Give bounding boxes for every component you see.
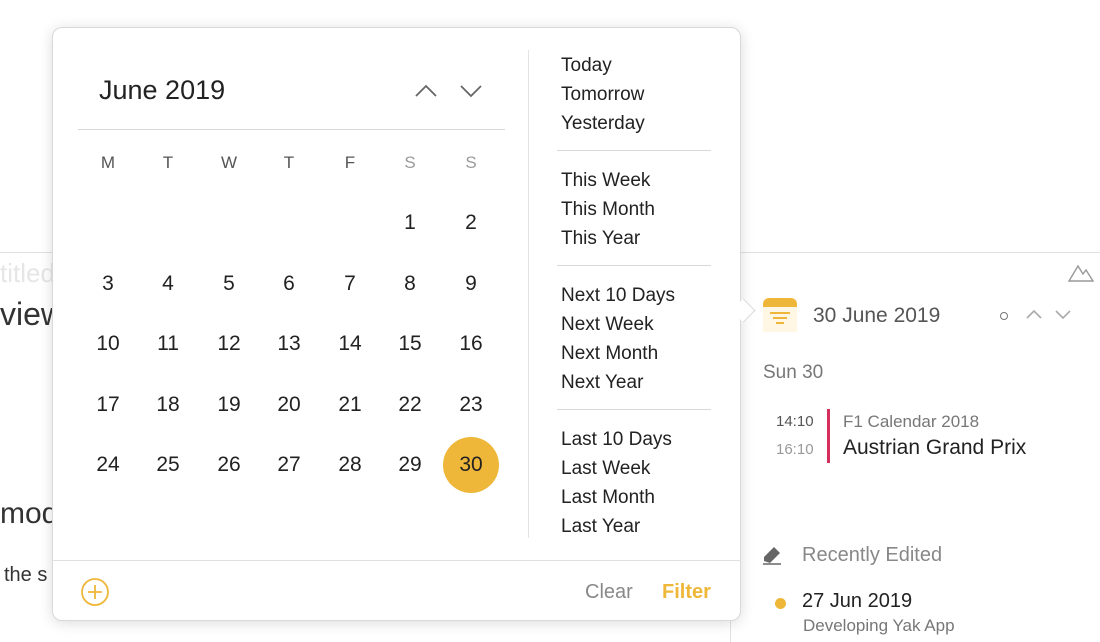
calendar-day[interactable]: 15 — [382, 316, 438, 372]
filter-button[interactable]: Filter — [662, 581, 711, 604]
quick-range-option[interactable]: Yesterday — [561, 109, 645, 138]
calendar-day[interactable]: 2 — [443, 195, 499, 251]
quick-range-group: Today Tomorrow Yesterday — [561, 51, 645, 138]
calendar-day[interactable]: 8 — [382, 256, 438, 312]
selected-date-label: 30 June 2019 — [813, 304, 941, 327]
quick-range-option[interactable]: Last Month — [561, 483, 672, 512]
chevron-down-icon[interactable] — [1053, 306, 1073, 322]
calendar-day[interactable]: 26 — [201, 437, 257, 493]
weekday-label: S — [404, 153, 416, 172]
pen-icon — [763, 547, 781, 565]
quick-range-separator — [557, 409, 711, 410]
quick-range-option[interactable]: Next Month — [561, 339, 675, 368]
weekday-label: T — [283, 153, 295, 172]
event-start-time: 14:10 — [776, 413, 814, 430]
recently-edited-heading: Recently Edited — [802, 544, 943, 566]
calendar-day[interactable]: 23 — [443, 377, 499, 433]
weekday-label: F — [344, 153, 356, 172]
calendar-day[interactable]: 9 — [443, 256, 499, 312]
calendar-day[interactable]: 11 — [140, 316, 196, 372]
month-title: June 2019 — [99, 75, 226, 105]
clear-button[interactable]: Clear — [585, 581, 633, 604]
quick-range-divider — [528, 50, 529, 538]
quick-range-option[interactable]: Last Year — [561, 512, 672, 541]
quick-range-group: Next 10 Days Next Week Next Month Next Year — [561, 281, 675, 397]
chevron-up-icon[interactable] — [1024, 306, 1044, 322]
note-body-text: the s — [4, 564, 48, 586]
recent-item-dot — [775, 598, 786, 609]
weekday-label: S — [465, 153, 477, 172]
calendar-day[interactable]: 5 — [201, 256, 257, 312]
today-dot-button[interactable] — [1000, 312, 1008, 320]
quick-range-option[interactable]: Today — [561, 51, 645, 80]
event-end-time: 16:10 — [776, 441, 814, 458]
quick-range-option[interactable]: This Week — [561, 166, 655, 195]
calendar-day[interactable]: 18 — [140, 377, 196, 433]
calendar-day[interactable]: 19 — [201, 377, 257, 433]
calendar-day[interactable]: 29 — [382, 437, 438, 493]
weekday-label: W — [220, 153, 238, 172]
weekday-label: T — [162, 153, 174, 172]
quick-range-option[interactable]: Last Week — [561, 454, 672, 483]
quick-range-option[interactable]: Last 10 Days — [561, 425, 672, 454]
calendar-day[interactable]: 12 — [201, 316, 257, 372]
calendar-day[interactable]: 13 — [261, 316, 317, 372]
calendar-day[interactable]: 25 — [140, 437, 196, 493]
quick-range-group: Last 10 Days Last Week Last Month Last Year — [561, 425, 672, 541]
calendar-day[interactable]: 24 — [80, 437, 136, 493]
recent-item-subtitle: Developing Yak App — [803, 616, 955, 635]
quick-range-separator — [557, 265, 711, 266]
calendar-day[interactable]: 1 — [382, 195, 438, 251]
calendar-day[interactable]: 21 — [322, 377, 378, 433]
calendar-day[interactable]: 6 — [261, 256, 317, 312]
calendar-day[interactable]: 3 — [80, 256, 136, 312]
calendar-day-selected[interactable]: 30 — [443, 437, 499, 493]
quick-range-option[interactable]: Next Week — [561, 310, 675, 339]
note-subheading: mod — [0, 497, 59, 530]
quick-range-option[interactable]: This Month — [561, 195, 655, 224]
mountain-icon[interactable] — [1068, 262, 1094, 282]
event-color-bar — [827, 409, 830, 463]
quick-range-option[interactable]: This Year — [561, 224, 655, 253]
note-title-placeholder: titled — [0, 258, 55, 288]
calendar-day[interactable]: 17 — [80, 377, 136, 433]
day-heading: Sun 30 — [763, 362, 824, 383]
weekday-label: M — [100, 153, 116, 172]
quick-range-option[interactable]: Next 10 Days — [561, 281, 675, 310]
event-title[interactable]: Austrian Grand Prix — [843, 436, 1026, 460]
calendar-day[interactable]: 14 — [322, 316, 378, 372]
event-calendar-name: F1 Calendar 2018 — [843, 412, 980, 431]
calendar-day[interactable]: 7 — [322, 256, 378, 312]
calendar-day[interactable]: 22 — [382, 377, 438, 433]
recent-item-date[interactable]: 27 Jun 2019 — [802, 590, 912, 613]
calendar-day[interactable]: 16 — [443, 316, 499, 372]
calendar-day[interactable]: 27 — [261, 437, 317, 493]
plus-circle-icon[interactable] — [80, 577, 110, 607]
footer-divider — [52, 560, 741, 561]
calendar-day[interactable]: 10 — [80, 316, 136, 372]
calendar-filter-icon[interactable] — [762, 297, 798, 333]
calendar-day[interactable]: 28 — [322, 437, 378, 493]
calendar-day[interactable]: 4 — [140, 256, 196, 312]
month-header-divider — [78, 129, 505, 130]
quick-range-option[interactable]: Tomorrow — [561, 80, 645, 109]
quick-range-option[interactable]: Next Year — [561, 368, 675, 397]
chevron-down-icon[interactable] — [458, 78, 484, 104]
calendar-day[interactable]: 20 — [261, 377, 317, 433]
quick-range-group: This Week This Month This Year — [561, 166, 655, 253]
quick-range-separator — [557, 150, 711, 151]
chevron-up-icon[interactable] — [413, 78, 439, 104]
